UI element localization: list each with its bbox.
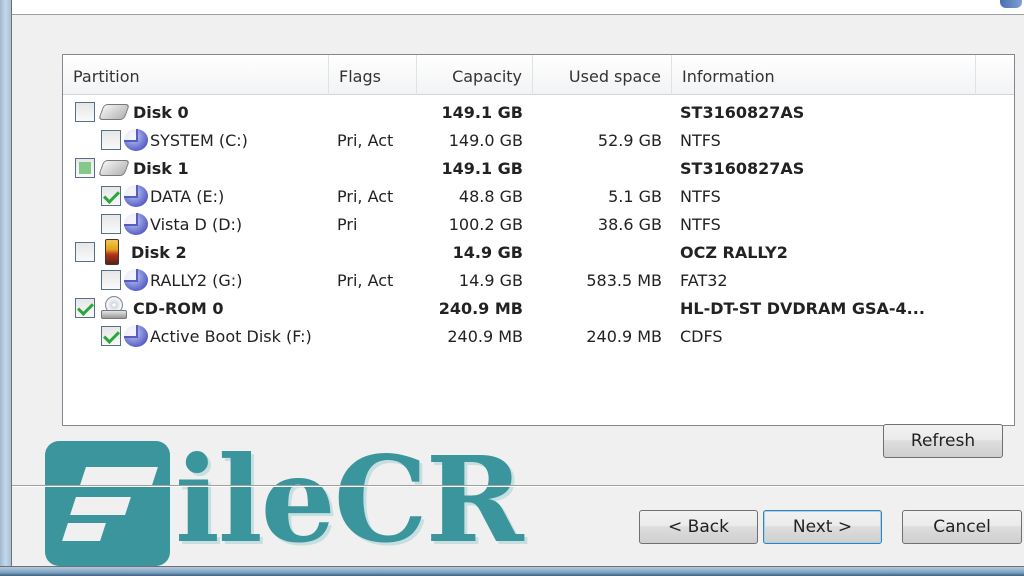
cell-information: FAT32: [680, 270, 728, 290]
hard-disk-icon: [98, 104, 130, 120]
cell-partition: RALLY2 (G:): [63, 269, 329, 291]
window-frame-bottom: [0, 566, 1024, 576]
partition-list[interactable]: Partition Flags Capacity Used space Info…: [62, 54, 1015, 426]
cell-information: NTFS: [680, 214, 721, 234]
partition-icon: [124, 185, 148, 207]
cell-information: OCZ RALLY2: [680, 242, 788, 262]
cell-partition: Disk 0: [63, 102, 329, 122]
partition-row[interactable]: DATA (E:) Pri, Act 48.8 GB 5.1 GB NTFS: [63, 182, 1014, 210]
usb-drive-icon: [105, 239, 119, 265]
cell-information: CDFS: [680, 326, 723, 346]
cell-information: NTFS: [680, 186, 721, 206]
partition-name: Active Boot Disk (F:): [150, 326, 312, 346]
watermark-logo-icon: [45, 441, 170, 566]
cell-partition: DATA (E:): [63, 185, 329, 207]
cell-capacity: 240.9 MB: [438, 298, 523, 318]
select-checkbox[interactable]: [101, 186, 121, 206]
cancel-button[interactable]: Cancel: [902, 510, 1022, 544]
partition-icon: [124, 269, 148, 291]
footer-separator: [12, 485, 1024, 487]
partition-row[interactable]: RALLY2 (G:) Pri, Act 14.9 GB 583.5 MB FAT32: [63, 266, 1014, 294]
cell-partition: Disk 1: [63, 158, 329, 178]
cell-used-space: 52.9 GB: [597, 130, 662, 150]
cell-partition: Active Boot Disk (F:): [63, 325, 329, 347]
list-rows: Disk 0 149.1 GB ST3160827AS SYSTEM (C:) Pri,…: [63, 98, 1014, 350]
cell-flags: Pri, Act: [337, 270, 394, 290]
column-header-filler: [976, 55, 1014, 95]
select-checkbox[interactable]: [101, 214, 121, 234]
partition-name: CD-ROM 0: [133, 298, 224, 318]
partition-name: RALLY2 (G:): [150, 270, 243, 290]
cell-information: HL-DT-ST DVDRAM GSA-4...: [680, 298, 925, 318]
cell-partition: CD-ROM 0: [63, 296, 329, 320]
partition-row[interactable]: Vista D (D:) Pri 100.2 GB 38.6 GB NTFS: [63, 210, 1014, 238]
cell-flags: Pri, Act: [337, 130, 394, 150]
column-header-partition[interactable]: Partition: [63, 55, 329, 95]
cell-partition: Vista D (D:): [63, 213, 329, 235]
cell-information: ST3160827AS: [680, 158, 805, 178]
refresh-button[interactable]: Refresh: [883, 424, 1003, 458]
window-frame-left: [0, 0, 12, 576]
cell-information: NTFS: [680, 130, 721, 150]
disk-row[interactable]: Disk 2 14.9 GB OCZ RALLY2: [63, 238, 1014, 266]
cell-capacity: 14.9 GB: [458, 270, 523, 290]
partition-name: Disk 1: [133, 158, 189, 178]
cell-flags: Pri: [337, 214, 358, 234]
partition-name: Disk 0: [133, 102, 189, 122]
cell-partition: Disk 2: [63, 239, 329, 265]
column-header-flags[interactable]: Flags: [329, 55, 417, 95]
cell-capacity: 149.0 GB: [448, 130, 523, 150]
next-button[interactable]: Next >: [763, 510, 882, 544]
disk-row[interactable]: Disk 0 149.1 GB ST3160827AS: [63, 98, 1014, 126]
column-header-used-space[interactable]: Used space: [533, 55, 672, 95]
filecr-watermark: ileCR: [45, 435, 524, 566]
cell-capacity: 240.9 MB: [447, 326, 523, 346]
cell-flags: Pri, Act: [337, 186, 394, 206]
partition-name: SYSTEM (C:): [150, 130, 248, 150]
watermark-text: ileCR: [175, 430, 524, 569]
column-header-information[interactable]: Information: [672, 55, 976, 95]
wizard-content: Partition Flags Capacity Used space Info…: [12, 16, 1024, 566]
cell-capacity: 100.2 GB: [448, 214, 523, 234]
partition-name: Disk 2: [131, 242, 187, 262]
partition-row[interactable]: SYSTEM (C:) Pri, Act 149.0 GB 52.9 GB NTFS: [63, 126, 1014, 154]
partition-icon: [124, 325, 148, 347]
partition-name: DATA (E:): [150, 186, 225, 206]
cell-used-space: 5.1 GB: [608, 186, 662, 206]
column-header-capacity[interactable]: Capacity: [417, 55, 533, 95]
cd-rom-icon: [101, 296, 127, 320]
select-checkbox[interactable]: [75, 158, 95, 178]
wizard-header: [12, 0, 1024, 15]
partition-row[interactable]: Active Boot Disk (F:) 240.9 MB 240.9 MB CDF…: [63, 322, 1014, 350]
cell-used-space: 240.9 MB: [586, 326, 662, 346]
disk-row[interactable]: Disk 1 149.1 GB ST3160827AS: [63, 154, 1014, 182]
select-checkbox[interactable]: [101, 130, 121, 150]
cell-information: ST3160827AS: [680, 102, 805, 122]
select-checkbox[interactable]: [101, 326, 121, 346]
cell-capacity: 48.8 GB: [458, 186, 523, 206]
partition-icon: [124, 213, 148, 235]
cell-capacity: 149.1 GB: [441, 158, 523, 178]
cell-capacity: 149.1 GB: [441, 102, 523, 122]
cell-used-space: 583.5 MB: [586, 270, 662, 290]
select-checkbox[interactable]: [75, 298, 95, 318]
list-header: Partition Flags Capacity Used space Info…: [63, 55, 1014, 95]
partition-name: Vista D (D:): [150, 214, 243, 234]
select-checkbox[interactable]: [75, 102, 95, 122]
select-checkbox[interactable]: [101, 270, 121, 290]
cell-capacity: 14.9 GB: [452, 242, 523, 262]
select-checkbox[interactable]: [75, 242, 95, 262]
cell-used-space: 38.6 GB: [597, 214, 662, 234]
cell-partition: SYSTEM (C:): [63, 129, 329, 151]
partition-icon: [124, 129, 148, 151]
wizard-header-icon: [1000, 0, 1022, 8]
hard-disk-icon: [98, 160, 130, 176]
disk-row[interactable]: CD-ROM 0 240.9 MB HL-DT-ST DVDRAM GSA-4...: [63, 294, 1014, 322]
back-button[interactable]: < Back: [639, 510, 758, 544]
